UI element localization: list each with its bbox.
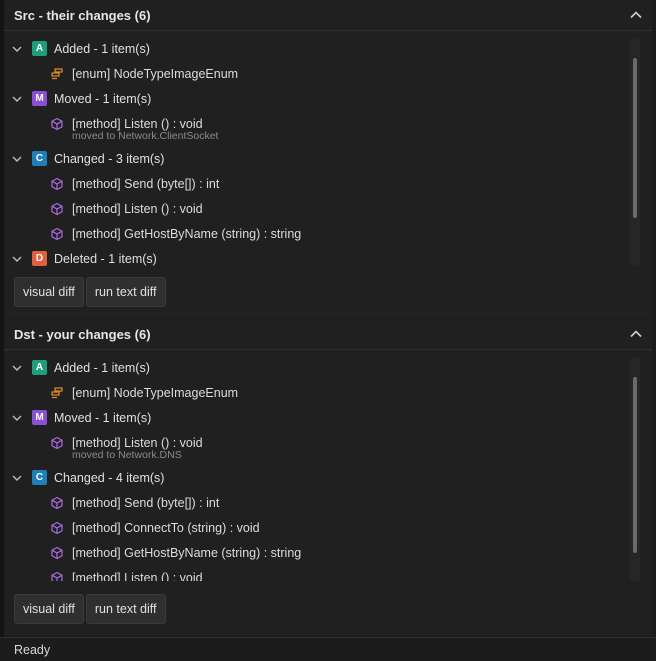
moved-badge-icon: M bbox=[32, 410, 47, 425]
item-label: [method] Listen () : void bbox=[72, 201, 203, 216]
tree-item[interactable]: [method] Listen () : void bbox=[4, 565, 624, 581]
group-label: Moved - 1 item(s) bbox=[54, 91, 152, 106]
chevron-down-icon[interactable] bbox=[10, 361, 24, 375]
tree-item[interactable]: [method] GetHostByName (string) : string bbox=[4, 540, 624, 565]
group-label: Changed - 4 item(s) bbox=[54, 470, 165, 485]
item-label: [method] Listen () : void bbox=[72, 435, 203, 450]
src-tree: A Added - 1 item(s) [enum] NodeTypeImage… bbox=[4, 36, 624, 266]
chevron-down-icon[interactable] bbox=[10, 42, 24, 56]
chevron-down-icon[interactable] bbox=[10, 152, 24, 166]
src-panel-header[interactable]: Src - their changes (6) bbox=[4, 0, 652, 31]
group-label: Changed - 3 item(s) bbox=[54, 151, 165, 166]
tree-item[interactable]: [method] Send (byte[]) : int bbox=[4, 490, 624, 515]
status-text: Ready bbox=[14, 643, 51, 657]
item-label: [enum] NodeTypeImageEnum bbox=[72, 385, 239, 400]
item-label: [method] GetHostByName (string) : string bbox=[72, 226, 302, 241]
item-move-note: moved to Network.DNS bbox=[72, 449, 182, 461]
tree-item[interactable]: [method] Listen () : void bbox=[4, 196, 624, 221]
dst-panel-header[interactable]: Dst - your changes (6) bbox=[4, 319, 652, 350]
group-label: Deleted - 1 item(s) bbox=[54, 251, 157, 266]
dst-group-changed[interactable]: C Changed - 4 item(s) bbox=[4, 465, 624, 490]
dst-group-added[interactable]: A Added - 1 item(s) bbox=[4, 355, 624, 380]
changed-badge-icon: C bbox=[32, 470, 47, 485]
deleted-badge-icon: D bbox=[32, 251, 47, 266]
tree-item[interactable]: [method] Send (byte[]) : int bbox=[4, 171, 624, 196]
src-run-text-diff-button[interactable]: run text diff bbox=[85, 277, 166, 307]
item-label: [method] Send (byte[]) : int bbox=[72, 495, 220, 510]
chevron-down-icon[interactable] bbox=[10, 92, 24, 106]
added-badge-icon: A bbox=[32, 41, 47, 56]
tree-item[interactable]: [enum] NodeTypeImageEnum bbox=[4, 380, 624, 405]
method-cube-icon bbox=[51, 436, 63, 449]
dst-visual-diff-button[interactable]: visual diff bbox=[14, 594, 84, 624]
src-visual-diff-button[interactable]: visual diff bbox=[14, 277, 84, 307]
dst-button-bar: visual diff run text diff bbox=[14, 594, 166, 624]
dst-scroll-thumb[interactable] bbox=[633, 377, 637, 553]
tree-item[interactable]: [method] Listen () : void moved to Netwo… bbox=[4, 111, 624, 146]
chevron-up-icon[interactable] bbox=[628, 326, 644, 342]
item-label: [method] Listen () : void bbox=[72, 570, 203, 582]
dst-tree: A Added - 1 item(s) [enum] NodeTypeImage… bbox=[4, 355, 624, 581]
dst-panel-title: Dst - your changes (6) bbox=[14, 326, 151, 342]
item-label: [method] ConnectTo (string) : void bbox=[72, 520, 260, 535]
tree-item[interactable]: [method] Listen () : void moved to Netwo… bbox=[4, 430, 624, 465]
chevron-down-icon[interactable] bbox=[10, 252, 24, 266]
src-button-bar: visual diff run text diff bbox=[14, 277, 166, 307]
group-label: Added - 1 item(s) bbox=[54, 41, 150, 56]
item-label: [enum] NodeTypeImageEnum bbox=[72, 66, 239, 81]
dst-scrollbar[interactable] bbox=[630, 357, 640, 581]
src-panel: Src - their changes (6) A Added - 1 item… bbox=[4, 0, 652, 318]
enum-icon bbox=[51, 386, 63, 398]
item-label: [method] Send (byte[]) : int bbox=[72, 176, 220, 191]
method-cube-icon bbox=[51, 177, 63, 190]
src-scroll-thumb[interactable] bbox=[633, 58, 637, 218]
method-cube-icon bbox=[51, 227, 63, 240]
src-group-moved[interactable]: M Moved - 1 item(s) bbox=[4, 86, 624, 111]
tree-item[interactable]: [method] ConnectTo (string) : void bbox=[4, 515, 624, 540]
src-scrollbar[interactable] bbox=[630, 38, 640, 266]
method-cube-icon bbox=[51, 546, 63, 559]
chevron-down-icon[interactable] bbox=[10, 411, 24, 425]
status-bar: Ready bbox=[0, 637, 656, 661]
added-badge-icon: A bbox=[32, 360, 47, 375]
group-label: Moved - 1 item(s) bbox=[54, 410, 152, 425]
item-label: [method] Listen () : void bbox=[72, 116, 203, 131]
item-label: [method] GetHostByName (string) : string bbox=[72, 545, 302, 560]
changed-badge-icon: C bbox=[32, 151, 47, 166]
dst-group-moved[interactable]: M Moved - 1 item(s) bbox=[4, 405, 624, 430]
dst-panel: Dst - your changes (6) A Added - 1 item(… bbox=[4, 319, 652, 636]
src-panel-title: Src - their changes (6) bbox=[14, 7, 151, 23]
item-move-note: moved to Network.ClientSocket bbox=[72, 130, 219, 142]
method-cube-icon bbox=[51, 496, 63, 509]
dst-run-text-diff-button[interactable]: run text diff bbox=[85, 594, 166, 624]
method-cube-icon bbox=[51, 521, 63, 534]
src-group-added[interactable]: A Added - 1 item(s) bbox=[4, 36, 624, 61]
chevron-up-icon[interactable] bbox=[628, 7, 644, 23]
enum-icon bbox=[51, 67, 63, 79]
moved-badge-icon: M bbox=[32, 91, 47, 106]
src-group-deleted[interactable]: D Deleted - 1 item(s) bbox=[4, 246, 624, 266]
tree-item[interactable]: [method] GetHostByName (string) : string bbox=[4, 221, 624, 246]
method-cube-icon bbox=[51, 202, 63, 215]
tree-item[interactable]: [enum] NodeTypeImageEnum bbox=[4, 61, 624, 86]
group-label: Added - 1 item(s) bbox=[54, 360, 150, 375]
chevron-down-icon[interactable] bbox=[10, 471, 24, 485]
method-cube-icon bbox=[51, 117, 63, 130]
method-cube-icon bbox=[51, 571, 63, 581]
merge-window: Src - their changes (6) A Added - 1 item… bbox=[0, 0, 656, 661]
src-group-changed[interactable]: C Changed - 3 item(s) bbox=[4, 146, 624, 171]
